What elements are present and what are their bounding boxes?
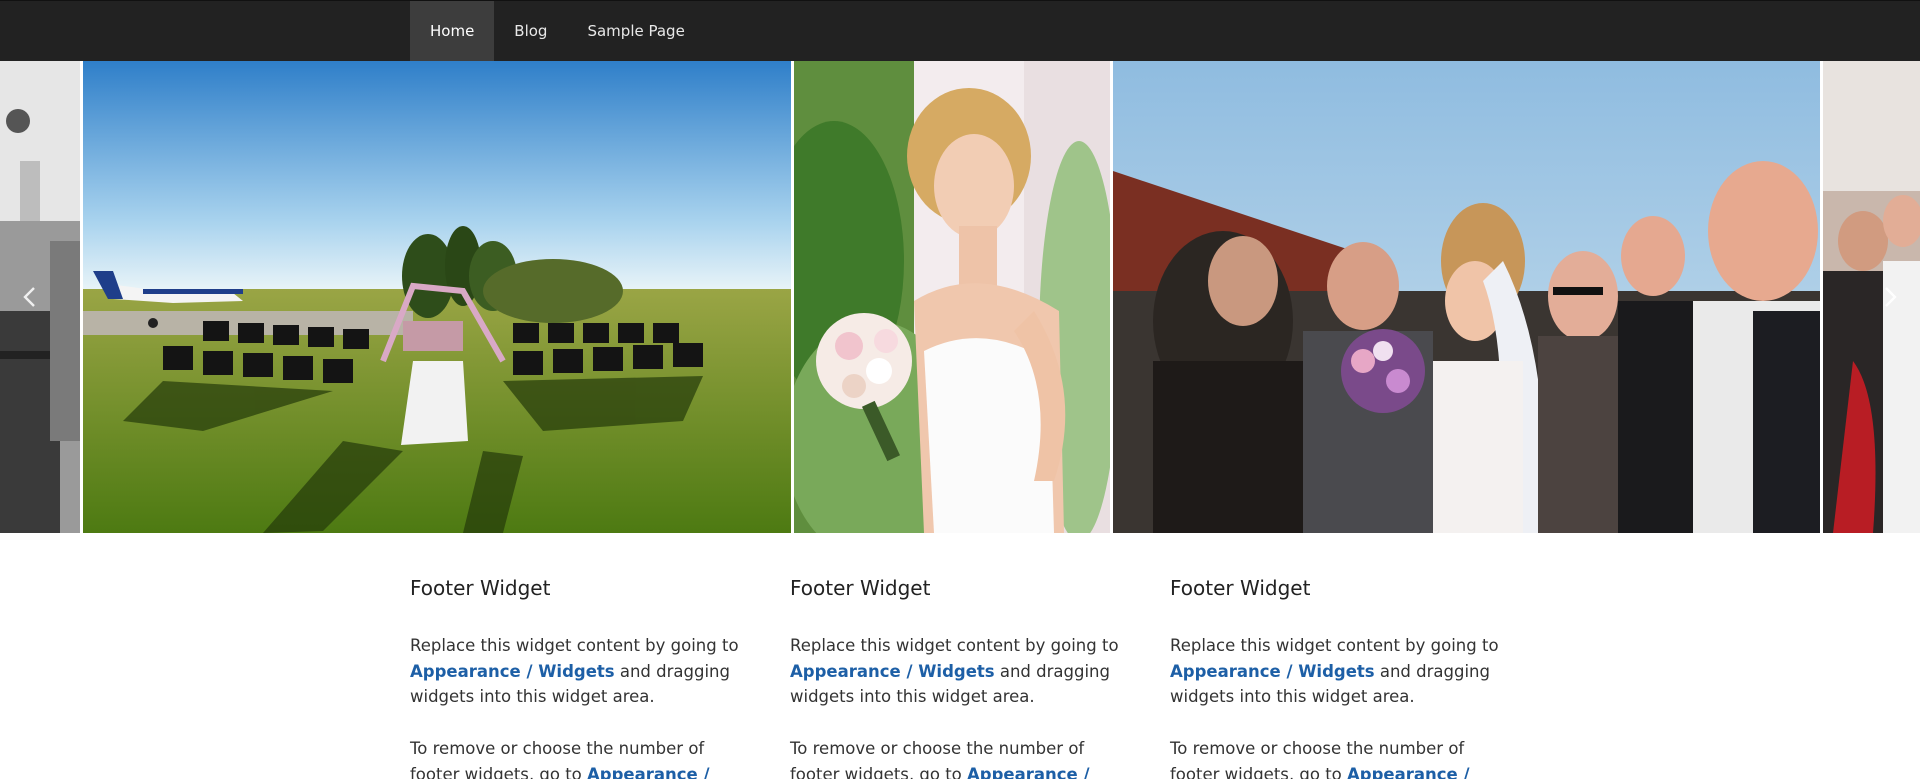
widget-text-part: Replace this widget content by going to bbox=[790, 636, 1119, 655]
slide-couple-guests[interactable] bbox=[1113, 61, 1820, 533]
widget-text: To remove or choose the number of footer… bbox=[1170, 736, 1510, 779]
slider-next-arrow[interactable] bbox=[1870, 277, 1910, 317]
image-slider bbox=[0, 61, 1920, 533]
widget-title: Footer Widget bbox=[410, 576, 551, 600]
ceremony-airfield-image bbox=[83, 61, 791, 533]
widget-text: To remove or choose the number of footer… bbox=[790, 736, 1130, 779]
widget-text-part: Replace this widget content by going to bbox=[1170, 636, 1499, 655]
widget-text: Replace this widget content by going to … bbox=[1170, 633, 1510, 710]
slider-prev-arrow[interactable] bbox=[10, 277, 50, 317]
primary-menu: Home Blog Sample Page bbox=[410, 1, 705, 61]
widget-text-part: Replace this widget content by going to bbox=[410, 636, 739, 655]
widget-text: Replace this widget content by going to … bbox=[790, 633, 1130, 710]
widget-title: Footer Widget bbox=[790, 576, 931, 600]
nav-item-home[interactable]: Home bbox=[410, 1, 495, 61]
appearance-widgets-link[interactable]: Appearance / Widgets bbox=[1170, 662, 1375, 681]
appearance-widgets-link[interactable]: Appearance / Widgets bbox=[790, 662, 995, 681]
widget-text: Replace this widget content by going to … bbox=[410, 633, 750, 710]
top-navigation-bar: Home Blog Sample Page bbox=[0, 0, 1920, 61]
widget-text: To remove or choose the number of footer… bbox=[410, 736, 750, 779]
nav-item-sample-page[interactable]: Sample Page bbox=[567, 1, 704, 61]
couple-guests-image bbox=[1113, 61, 1820, 533]
chevron-left-icon bbox=[23, 287, 35, 307]
slide-bride-bouquet[interactable] bbox=[794, 61, 1110, 533]
nav-item-blog[interactable]: Blog bbox=[494, 1, 567, 61]
appearance-widgets-link[interactable]: Appearance / Widgets bbox=[410, 662, 615, 681]
slide-ceremony-airfield[interactable] bbox=[83, 61, 791, 533]
bride-bouquet-image bbox=[794, 61, 1110, 533]
chevron-right-icon bbox=[1885, 287, 1897, 307]
widget-title: Footer Widget bbox=[1170, 576, 1311, 600]
